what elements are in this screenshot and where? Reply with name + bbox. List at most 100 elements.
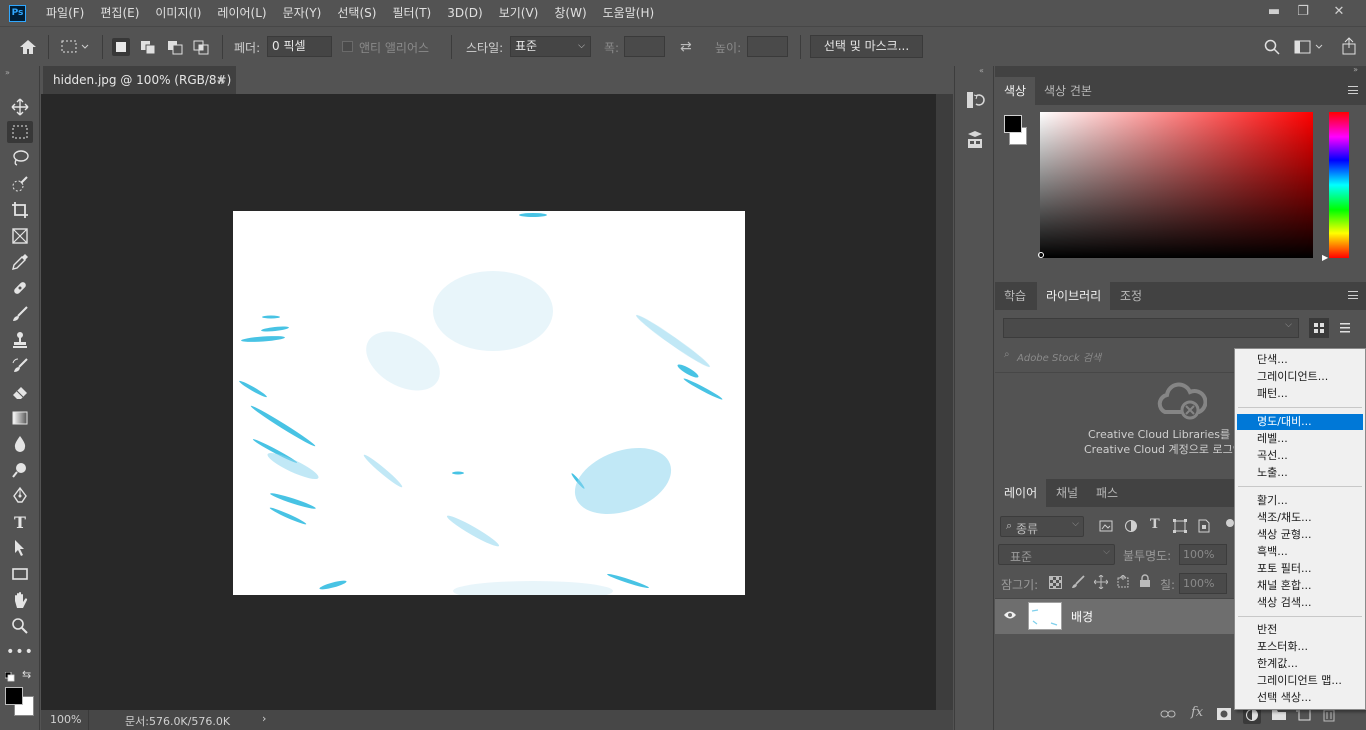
blend-mode-select[interactable]: 표준 ⌵ bbox=[998, 544, 1115, 565]
move-tool-icon[interactable] bbox=[7, 96, 33, 118]
menu-item-selective-color[interactable]: 선택 색상... bbox=[1237, 690, 1363, 706]
properties-panel-icon[interactable] bbox=[965, 130, 985, 153]
library-select[interactable]: ⌵ bbox=[1003, 318, 1299, 338]
layer-filter-select[interactable]: ⌕ 종류 ⌵ bbox=[1000, 516, 1084, 537]
zoom-level[interactable]: 100% bbox=[50, 713, 81, 726]
default-colors-icon[interactable] bbox=[4, 671, 15, 682]
status-menu-arrow-icon[interactable]: › bbox=[262, 712, 266, 725]
height-input[interactable] bbox=[747, 36, 788, 57]
pen-tool-icon[interactable] bbox=[7, 485, 33, 507]
menu-item-vibrance[interactable]: 활기... bbox=[1237, 493, 1363, 509]
tab-swatches[interactable]: 색상 견본 bbox=[1035, 77, 1101, 105]
tab-paths[interactable]: 패스 bbox=[1087, 479, 1127, 507]
menu-filter[interactable]: 필터(T) bbox=[384, 0, 439, 26]
menu-item-exposure[interactable]: 노출... bbox=[1237, 465, 1363, 481]
menu-help[interactable]: 도움말(H) bbox=[595, 0, 663, 26]
filter-type-icon[interactable]: T bbox=[1150, 517, 1160, 532]
foreground-color-swatch[interactable] bbox=[5, 687, 23, 705]
swap-dimensions-icon[interactable]: ⇄ bbox=[680, 39, 692, 55]
menu-item-gradient[interactable]: 그레이디언트... bbox=[1237, 369, 1363, 385]
collapse-dock-icon[interactable]: « bbox=[979, 66, 984, 75]
filter-pixel-icon[interactable] bbox=[1099, 519, 1113, 536]
new-selection-icon[interactable] bbox=[112, 38, 130, 56]
stock-search-input[interactable]: Adobe Stock 검색 bbox=[1017, 349, 1101, 364]
tab-channels[interactable]: 채널 bbox=[1047, 479, 1087, 507]
menu-3d[interactable]: 3D(D) bbox=[439, 0, 490, 26]
menu-item-pattern[interactable]: 패턴... bbox=[1237, 386, 1363, 402]
menu-type[interactable]: 문자(Y) bbox=[275, 0, 330, 26]
menu-item-threshold[interactable]: 한계값... bbox=[1237, 656, 1363, 672]
collapse-panels-icon[interactable]: » bbox=[1353, 65, 1358, 74]
menu-item-brightness-contrast[interactable]: 명도/대비... bbox=[1237, 414, 1363, 430]
close-window-button[interactable]: ✕ bbox=[1323, 0, 1355, 22]
menu-item-black-white[interactable]: 흑백... bbox=[1237, 544, 1363, 560]
intersect-selection-icon[interactable] bbox=[192, 38, 210, 56]
menu-item-hue-saturation[interactable]: 색조/채도... bbox=[1237, 510, 1363, 526]
select-and-mask-button[interactable]: 선택 및 마스크... bbox=[810, 35, 923, 58]
zoom-tool-icon[interactable] bbox=[7, 615, 33, 637]
crop-tool-icon[interactable] bbox=[7, 199, 33, 221]
vertical-scrollbar[interactable] bbox=[936, 94, 953, 710]
link-layers-icon[interactable] bbox=[1160, 708, 1176, 723]
feather-input[interactable]: 0 픽셀 bbox=[267, 36, 332, 57]
restore-button[interactable]: ❐ bbox=[1287, 0, 1319, 22]
tab-layers[interactable]: 레이어 bbox=[995, 479, 1047, 507]
eye-icon[interactable] bbox=[1003, 609, 1017, 624]
tab-libraries[interactable]: 라이브러리 bbox=[1037, 282, 1111, 310]
fill-input[interactable]: 100% bbox=[1179, 573, 1227, 594]
menu-item-solid-color[interactable]: 단색... bbox=[1237, 352, 1363, 368]
healing-brush-tool-icon[interactable] bbox=[7, 277, 33, 299]
lasso-tool-icon[interactable] bbox=[7, 147, 33, 169]
tab-learn[interactable]: 학습 bbox=[995, 282, 1035, 310]
hue-slider-handle-icon[interactable]: ▶ bbox=[1322, 253, 1328, 262]
menu-image[interactable]: 이미지(I) bbox=[147, 0, 209, 26]
history-panel-icon[interactable] bbox=[965, 90, 985, 113]
lock-pixels-icon[interactable] bbox=[1071, 575, 1085, 592]
menu-item-curves[interactable]: 곡선... bbox=[1237, 448, 1363, 464]
more-tools-icon[interactable]: ••• bbox=[6, 641, 33, 663]
menu-view[interactable]: 보기(V) bbox=[491, 0, 547, 26]
layer-row[interactable]: 배경 bbox=[995, 599, 1235, 634]
rectangle-tool-icon[interactable] bbox=[7, 563, 33, 585]
color-panel-menu-icon[interactable] bbox=[1348, 86, 1358, 94]
antialias-checkbox[interactable] bbox=[342, 41, 353, 52]
menu-file[interactable]: 파일(F) bbox=[38, 0, 92, 26]
menu-item-channel-mixer[interactable]: 채널 혼합... bbox=[1237, 578, 1363, 594]
home-icon[interactable] bbox=[18, 38, 38, 56]
tab-adjustments[interactable]: 조정 bbox=[1111, 282, 1151, 310]
opacity-input[interactable]: 100% bbox=[1179, 544, 1227, 565]
color-panel-foreground-swatch[interactable] bbox=[1004, 115, 1022, 133]
menu-select[interactable]: 선택(S) bbox=[329, 0, 384, 26]
clone-stamp-tool-icon[interactable] bbox=[7, 329, 33, 351]
menu-item-invert[interactable]: 반전 bbox=[1237, 622, 1363, 638]
layer-name[interactable]: 배경 bbox=[1071, 608, 1093, 625]
lock-transparent-icon[interactable] bbox=[1049, 576, 1062, 592]
marquee-preset-icon[interactable] bbox=[60, 39, 89, 55]
add-mask-icon[interactable] bbox=[1216, 707, 1232, 724]
list-view-icon[interactable] bbox=[1335, 318, 1355, 338]
filter-smart-object-icon[interactable] bbox=[1197, 519, 1211, 536]
collapse-toolbar-icon[interactable]: » bbox=[5, 68, 10, 77]
type-tool-icon[interactable]: T bbox=[7, 511, 33, 533]
dodge-tool-icon[interactable] bbox=[7, 459, 33, 481]
lock-artboard-icon[interactable] bbox=[1116, 574, 1130, 592]
eraser-tool-icon[interactable] bbox=[7, 381, 33, 403]
menu-edit[interactable]: 편집(E) bbox=[92, 0, 147, 26]
workspace-icon[interactable] bbox=[1294, 40, 1324, 57]
frame-tool-icon[interactable] bbox=[7, 225, 33, 247]
filter-shape-icon[interactable] bbox=[1173, 519, 1187, 536]
close-tab-icon[interactable]: × bbox=[216, 66, 226, 94]
swap-colors-icon[interactable]: ⇆ bbox=[22, 668, 31, 681]
lock-position-icon[interactable] bbox=[1093, 574, 1109, 592]
menu-item-photo-filter[interactable]: 포토 필터... bbox=[1237, 561, 1363, 577]
lock-all-icon[interactable] bbox=[1139, 574, 1151, 591]
rectangular-marquee-tool-icon[interactable] bbox=[7, 121, 33, 143]
width-input[interactable] bbox=[624, 36, 665, 57]
add-selection-icon[interactable] bbox=[139, 38, 157, 56]
color-picker-marker[interactable] bbox=[1038, 252, 1044, 258]
subtract-selection-icon[interactable] bbox=[166, 38, 184, 56]
gradient-tool-icon[interactable] bbox=[7, 407, 33, 429]
brush-tool-icon[interactable] bbox=[7, 303, 33, 325]
filter-adjustment-icon[interactable] bbox=[1124, 519, 1138, 536]
menu-item-levels[interactable]: 레벨... bbox=[1237, 431, 1363, 447]
